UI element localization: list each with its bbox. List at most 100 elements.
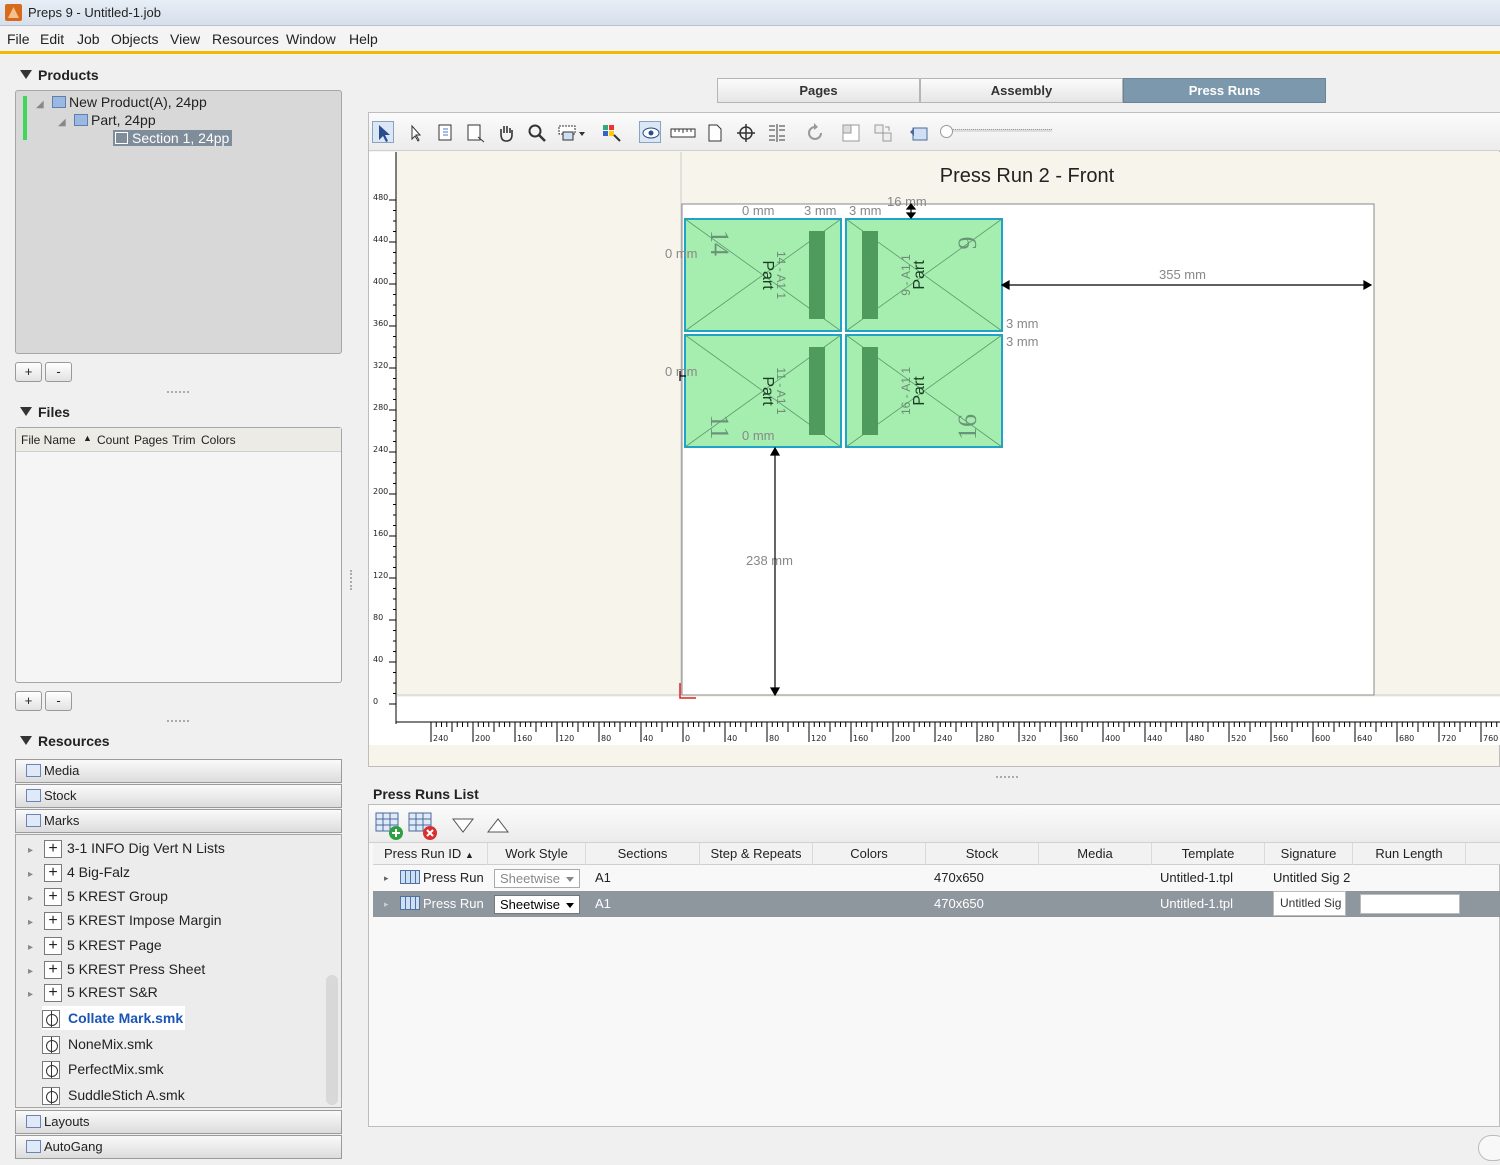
col-colors[interactable]: Colors [813,843,926,865]
resource-autogang[interactable]: AutoGang [15,1135,342,1159]
remove-product-button[interactable]: - [45,362,72,382]
color-tool[interactable] [600,121,622,143]
marks-folder[interactable]: ▸ +5 KREST Page [28,933,162,957]
marks-folder[interactable]: ▸ +5 KREST Impose Margin [28,908,222,932]
splitter-grip[interactable] [167,720,189,723]
col-work-style[interactable]: Work Style [488,843,586,865]
marks-folder[interactable]: ▸ +5 KREST S&R [28,980,158,1004]
resource-layouts[interactable]: Layouts [15,1110,342,1134]
move-up-button[interactable] [486,815,510,835]
tree-item-product[interactable]: ◢ New Product(A), 24pp [36,94,207,110]
mark-file[interactable]: NoneMix.smk [42,1032,153,1056]
move-down-button[interactable] [451,815,475,835]
page-cell[interactable]: Part14 - A1 1 14 [684,218,842,332]
marks-folder[interactable]: ▸ +3-1 INFO Dig Vert N Lists [28,836,225,860]
tab-assembly[interactable]: Assembly [920,78,1123,103]
col-signature[interactable]: Signature [1265,843,1353,865]
col-stock[interactable]: Stock [926,843,1039,865]
marks-folder[interactable]: ▸ +5 KREST Group [28,884,168,908]
resource-media[interactable]: Media [15,759,342,783]
resize-handle[interactable] [1478,1135,1500,1161]
resources-header[interactable]: Resources [20,733,110,749]
signature-select[interactable]: Untitled Sig [1273,891,1346,916]
vertical-splitter-grip[interactable] [350,570,353,590]
delete-press-run-button[interactable] [407,811,437,840]
color-grid-icon [603,125,621,142]
press-run-row-selected[interactable]: ▸ Press Run Sheetwise A1 470x650 Untitle… [373,891,1500,917]
mark-file-selected[interactable]: Collate Mark.smk [42,1006,186,1030]
marquee-dropdown[interactable] [556,121,588,143]
page-tool[interactable] [434,121,456,143]
zoom-tool[interactable] [525,121,547,143]
sheet-tool[interactable] [463,121,485,143]
menu-resources[interactable]: Resources [212,31,279,47]
run-length-input[interactable] [1360,894,1460,914]
remove-file-button[interactable]: - [45,691,72,711]
section-icon [115,132,128,144]
ruler-tool[interactable] [668,121,696,143]
layout-tool[interactable] [839,121,861,143]
mark-file[interactable]: PerfectMix.smk [42,1057,164,1081]
tree-item-section[interactable]: Section 1, 24pp [113,130,233,146]
menu-objects[interactable]: Objects [111,31,158,47]
rotate-tool[interactable] [803,121,825,143]
splitter-grip[interactable] [167,391,189,394]
col-file-name[interactable]: File Name [21,433,76,447]
resource-marks[interactable]: Marks [15,809,342,833]
direct-select-tool[interactable] [404,121,426,143]
add-product-button[interactable]: + [15,362,42,382]
distribute-tool[interactable] [765,121,787,143]
view-toggle[interactable] [639,121,661,143]
col-pages[interactable]: Pages [134,433,168,447]
col-media[interactable]: Media [1039,843,1152,865]
mark-file[interactable]: SuddleStich A.smk [42,1083,185,1107]
col-trim[interactable]: Trim [172,433,196,447]
horizontal-splitter-grip[interactable] [996,776,1018,779]
x-tick-label: 200 [475,734,490,743]
menu-job[interactable]: Job [77,31,100,47]
page-size-tool[interactable] [703,121,725,143]
x-tick-label: 560 [1273,734,1288,743]
work-style-select[interactable]: Sheetwise [494,869,580,888]
crosshair-tool[interactable] [734,121,756,143]
marks-folder[interactable]: ▸ +5 KREST Press Sheet [28,957,205,981]
col-count[interactable]: Count [97,433,129,447]
col-run-length[interactable]: Run Length [1353,843,1466,865]
press-run-row[interactable]: ▸ Press Run Sheetwise A1 470x650 Untitle… [373,865,1500,891]
col-template[interactable]: Template [1152,843,1265,865]
zoom-slider-thumb[interactable] [940,125,953,138]
dim-vgap-b: 3 mm [1006,334,1039,349]
expand-arrow-icon[interactable]: ▸ [384,891,389,917]
menu-edit[interactable]: Edit [40,31,64,47]
menu-file[interactable]: File [7,31,30,47]
tab-pages[interactable]: Pages [717,78,920,103]
marks-scrollbar[interactable] [326,975,338,1105]
crosshair-icon [737,124,755,142]
hand-tool[interactable] [494,121,516,143]
add-press-run-button[interactable] [374,811,403,840]
files-header[interactable]: Files [20,404,70,420]
zoom-slider-track[interactable] [944,129,1052,132]
add-file-button[interactable]: + [15,691,42,711]
flip-tool[interactable] [907,121,929,143]
resource-stock[interactable]: Stock [15,784,342,808]
col-colors[interactable]: Colors [201,433,236,447]
products-header[interactable]: Products [20,67,99,83]
marks-folder[interactable]: ▸ +4 Big-Falz [28,860,130,884]
work-style-select[interactable]: Sheetwise [494,895,580,914]
swap-tool[interactable] [871,121,893,143]
select-arrow-tool[interactable] [372,121,394,143]
sheet-icon [467,124,485,143]
page-cell[interactable]: Part16 - A1 1 16 [845,334,1003,448]
page-cell[interactable]: Part9 - A1 1 9 [845,218,1003,332]
menu-view[interactable]: View [170,31,200,47]
menu-help[interactable]: Help [349,31,378,47]
tab-press-runs[interactable]: Press Runs [1123,78,1326,103]
col-press-run-id[interactable]: Press Run ID ▲ [373,843,488,865]
y-tick-label: 40 [373,655,383,664]
menu-window[interactable]: Window [286,31,336,47]
tree-item-part[interactable]: ◢ Part, 24pp [58,112,156,128]
col-sections[interactable]: Sections [586,843,700,865]
expand-arrow-icon[interactable]: ▸ [384,865,389,891]
col-step-repeats[interactable]: Step & Repeats [700,843,813,865]
